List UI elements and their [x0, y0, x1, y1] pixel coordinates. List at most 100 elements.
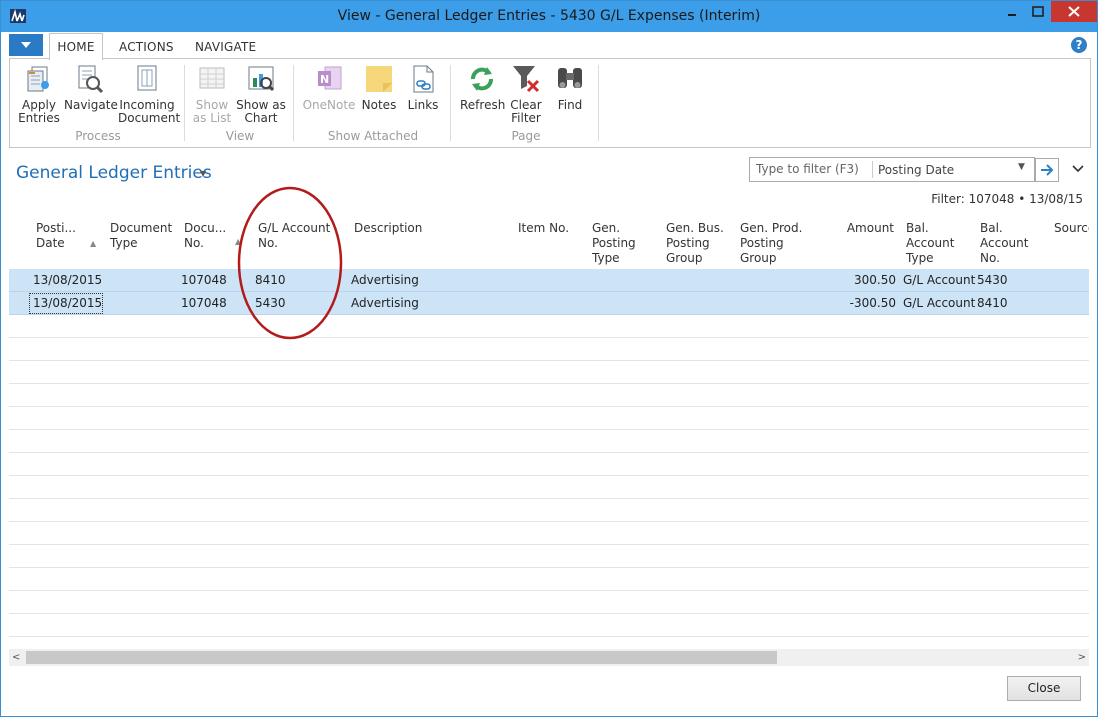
cell-bal-account-no[interactable]: 8410 — [977, 296, 1008, 310]
links-button[interactable]: Links — [404, 63, 442, 112]
column-header-gen-prod-posting-group[interactable]: Gen. Prod. Posting Group — [740, 221, 802, 266]
empty-row — [9, 315, 1089, 338]
minimize-button[interactable] — [999, 1, 1025, 22]
refresh-button[interactable]: Refresh — [460, 63, 505, 112]
grid-body: 13/08/2015 107048 8410 Advertising 300.5… — [9, 269, 1089, 637]
empty-row — [9, 591, 1089, 614]
column-header-source[interactable]: Source — [1054, 221, 1089, 236]
navigate-button[interactable]: Navigate — [64, 63, 118, 112]
apply-entries-label-line2: Entries — [18, 111, 60, 125]
column-header-gen-bus-posting-group[interactable]: Gen. Bus. Posting Group — [666, 221, 724, 266]
help-icon[interactable]: ? — [1071, 37, 1087, 53]
apply-filter-button[interactable] — [1035, 158, 1059, 182]
empty-row — [9, 568, 1089, 591]
column-header-gen-posting-type[interactable]: Gen. Posting Type — [592, 221, 636, 266]
column-header-document-type[interactable]: Document Type — [110, 221, 172, 251]
close-window-button[interactable] — [1051, 1, 1097, 22]
onenote-button[interactable]: N OneNote — [302, 63, 356, 112]
apply-entries-icon — [23, 63, 55, 95]
ribbon-divider — [450, 65, 451, 141]
grid-header: Posti... Date ▲ Document Type Docu... No. ▲… — [9, 211, 1089, 269]
notes-button[interactable]: Notes — [360, 63, 398, 112]
collapse-chevron-icon[interactable] — [1072, 162, 1084, 176]
cell-description[interactable]: Advertising — [351, 296, 419, 310]
application-menu-button[interactable] — [9, 34, 43, 56]
column-header-description[interactable]: Description — [354, 221, 422, 236]
column-header-bal-account-type[interactable]: Bal. Account Type — [906, 221, 954, 266]
cell-posting-date[interactable]: 13/08/2015 — [33, 273, 102, 287]
binoculars-icon — [554, 63, 586, 95]
arrow-right-icon — [1041, 164, 1054, 176]
onenote-label: OneNote — [302, 98, 356, 112]
scrollbar-thumb[interactable] — [26, 651, 777, 664]
maximize-button[interactable] — [1025, 1, 1051, 22]
cell-bal-account-no[interactable]: 5430 — [977, 273, 1008, 287]
show-as-chart-button[interactable]: Show as Chart — [236, 63, 286, 125]
empty-row — [9, 545, 1089, 568]
clear-filter-label-line2: Filter — [511, 111, 541, 125]
show-as-chart-icon — [245, 63, 277, 95]
empty-row — [9, 407, 1089, 430]
column-header-amount[interactable]: Amount — [824, 221, 894, 236]
empty-row — [9, 476, 1089, 499]
horizontal-scrollbar[interactable]: < > — [9, 649, 1089, 666]
filter-input[interactable]: Type to filter (F3) — [756, 162, 859, 176]
incoming-document-button[interactable]: Incoming Document — [118, 63, 180, 125]
onenote-icon: N — [313, 63, 345, 95]
tab-navigate[interactable]: NAVIGATE — [195, 40, 256, 54]
filter-divider — [872, 161, 873, 178]
scroll-right-icon[interactable]: > — [1078, 652, 1086, 663]
links-label: Links — [407, 98, 439, 112]
filter-field-select[interactable]: Posting Date — [878, 163, 954, 177]
table-row[interactable]: 13/08/2015 107048 5430 Advertising -300.… — [9, 292, 1089, 315]
filter-summary: Filter: 107048 • 13/08/15 — [931, 192, 1083, 206]
apply-entries-button[interactable]: Apply Entries — [18, 63, 60, 125]
entries-grid: Posti... Date ▲ Document Type Docu... No. ▲… — [9, 211, 1089, 647]
cell-bal-account-type[interactable]: G/L Account — [903, 296, 975, 310]
table-row[interactable]: 13/08/2015 107048 8410 Advertising 300.5… — [9, 269, 1089, 292]
clear-filter-button[interactable]: Clear Filter — [508, 63, 544, 125]
navigate-icon — [73, 63, 105, 95]
window-title: View - General Ledger Entries - 5430 G/L… — [337, 8, 761, 24]
page-title[interactable]: General Ledger Entries — [16, 163, 212, 183]
group-show-attached-label: Show Attached — [327, 129, 419, 143]
empty-row — [9, 499, 1089, 522]
column-header-bal-account-no[interactable]: Bal. Account No. — [980, 221, 1028, 266]
ribbon-divider — [293, 65, 294, 141]
cell-bal-account-type[interactable]: G/L Account — [903, 273, 975, 287]
find-label: Find — [557, 98, 583, 112]
cell-posting-date[interactable]: 13/08/2015 — [33, 296, 102, 310]
show-as-list-icon — [196, 63, 228, 95]
empty-row — [9, 361, 1089, 384]
scroll-left-icon[interactable]: < — [12, 652, 20, 663]
cell-amount[interactable]: -300.50 — [824, 296, 896, 310]
sort-ascending-icon: ▲ — [90, 239, 97, 248]
filter-box: Type to filter (F3) Posting Date ▼ — [749, 157, 1035, 182]
column-header-posting-date[interactable]: Posti... Date — [36, 221, 76, 251]
ribbon-divider — [598, 65, 599, 141]
svg-text:N: N — [320, 73, 329, 86]
show-as-list-button[interactable]: Show as List — [192, 63, 232, 125]
group-view-label: View — [225, 129, 255, 143]
incoming-document-icon — [131, 63, 163, 95]
empty-row — [9, 384, 1089, 407]
cell-amount[interactable]: 300.50 — [824, 273, 896, 287]
navigate-label: Navigate — [64, 98, 118, 112]
column-header-item-no[interactable]: Item No. — [518, 221, 569, 236]
column-header-document-no[interactable]: Docu... No. — [184, 221, 226, 251]
chevron-down-icon[interactable]: ▼ — [1018, 162, 1025, 172]
group-page-label: Page — [511, 129, 541, 143]
annotation-circle — [237, 186, 343, 340]
show-as-chart-label-line2: Chart — [244, 111, 278, 125]
cell-description[interactable]: Advertising — [351, 273, 419, 287]
cell-document-no[interactable]: 107048 — [181, 296, 227, 310]
tab-actions[interactable]: ACTIONS — [119, 40, 174, 54]
tab-home[interactable]: HOME — [49, 33, 103, 60]
page-title-dropdown-icon[interactable]: ▼ — [200, 169, 206, 178]
show-as-list-label-line2: as List — [192, 111, 232, 125]
cell-document-no[interactable]: 107048 — [181, 273, 227, 287]
clear-filter-icon — [510, 63, 542, 95]
close-button[interactable]: Close — [1007, 676, 1081, 701]
find-button[interactable]: Find — [552, 63, 588, 112]
notes-label: Notes — [361, 98, 397, 112]
